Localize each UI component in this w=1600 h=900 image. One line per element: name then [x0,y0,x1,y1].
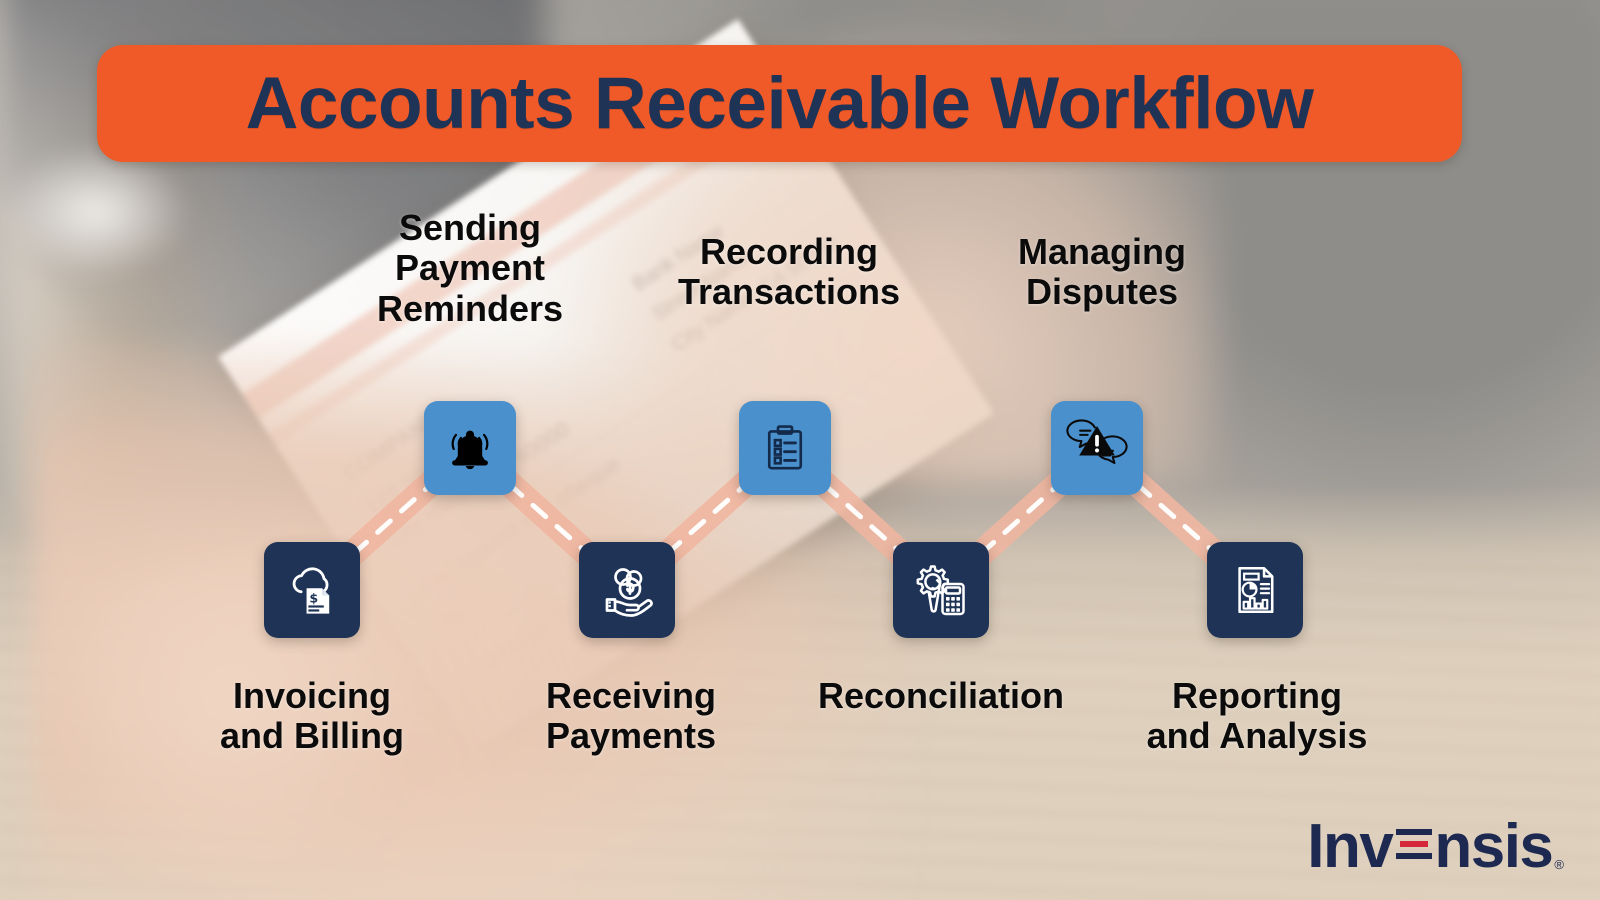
gear-calculator-icon-box[interactable] [893,542,989,638]
gear-calculator-icon [916,565,965,616]
svg-text:$: $ [309,591,318,606]
invensis-wordmark: Inv nsis [1307,816,1554,878]
report-chart-document-icon [1238,566,1274,614]
logo-part-2: nsis [1434,812,1554,881]
page-title: Accounts Receivable Workflow [245,63,1314,144]
clipboard-checklist-icon [767,425,803,470]
step-label-invoicing-and-billing: Invoicing and Billing [220,675,404,757]
background-shirt-cuff [0,144,192,279]
cloud-invoice-icon-box[interactable]: $ [264,542,360,638]
step-label-reconciliation: Reconciliation [817,675,1065,716]
logo-stylized-e-icon [1396,829,1433,859]
bell-reminder-icon-box[interactable] [424,401,516,495]
step-label-recording-transactions: Recording Transactions [677,231,901,313]
title-banner: Accounts Receivable Workflow [97,45,1462,162]
step-label-sending-payment-reminders: Sending Payment Reminders [376,207,564,329]
step-label-reporting-and-analysis: Reporting and Analysis [1146,675,1368,757]
dispute-warning-chat-icon-box[interactable] [1051,401,1143,495]
cloud-invoice-icon: $ [292,567,330,614]
registered-trademark-mark: ® [1554,857,1564,872]
hand-coins-icon-box[interactable] [579,542,675,638]
bell-reminder-icon [451,430,489,470]
infographic-canvas: COMPANY 123 Street Name, City Name, CA 9… [0,0,1600,900]
step-label-receiving-payments: Receiving Payments [545,675,717,757]
logo-part-1: Inv [1307,812,1394,881]
report-chart-document-icon-box[interactable] [1207,542,1303,638]
invensis-logo[interactable]: Inv nsis ® [1307,816,1564,878]
step-label-managing-disputes: Managing Disputes [1018,231,1186,313]
dispute-warning-chat-icon [1066,419,1128,465]
hand-coins-icon [605,568,653,617]
clipboard-checklist-icon-box[interactable] [739,401,831,495]
